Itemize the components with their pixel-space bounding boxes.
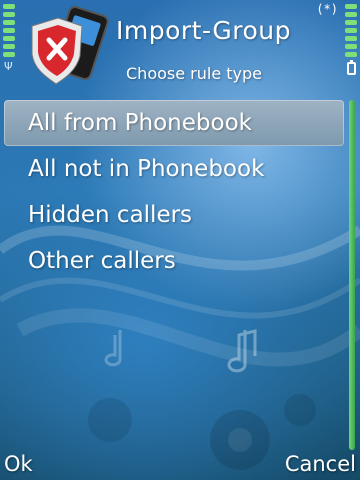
rule-type-list: All from Phonebook All not in Phonebook …	[4, 100, 344, 284]
scrollbar[interactable]	[349, 100, 355, 450]
scrollbar-thumb[interactable]	[349, 100, 355, 450]
list-item-all-from-phonebook[interactable]: All from Phonebook	[4, 100, 344, 146]
page-title: Import-Group	[116, 16, 292, 45]
ok-softkey[interactable]: Ok	[4, 452, 33, 476]
phone-shield-blocked-icon	[31, 6, 109, 85]
cancel-softkey[interactable]: Cancel	[285, 452, 356, 476]
signal-strength-indicator	[3, 4, 15, 60]
bluetooth-icon: (*)	[316, 2, 338, 16]
list-item-other-callers[interactable]: Other callers	[4, 238, 344, 284]
battery-level-indicator	[345, 4, 357, 60]
list-item-hidden-callers[interactable]: Hidden callers	[4, 192, 344, 238]
battery-icon	[347, 60, 356, 75]
page-subtitle: Choose rule type	[126, 64, 262, 83]
antenna-icon: Ψ	[4, 60, 13, 73]
list-item-all-not-in-phonebook[interactable]: All not in Phonebook	[4, 146, 344, 192]
